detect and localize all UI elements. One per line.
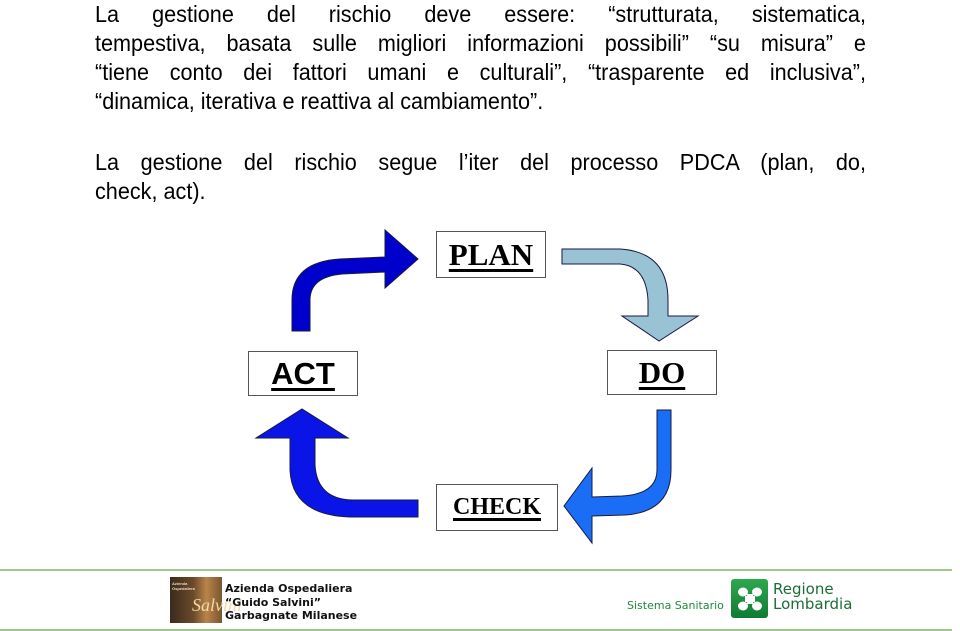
sistema-sanitario-label: Sistema Sanitario (627, 599, 724, 612)
stage-plan-label: PLAN (448, 236, 534, 272)
hospital-name-line-1: Azienda Ospedaliera (225, 582, 353, 595)
lombardia-rose-icon (731, 579, 768, 618)
arrow-check-to-act (254, 408, 419, 518)
pdca-arrows (254, 228, 700, 545)
stage-check: CHECK (436, 484, 558, 531)
regione-line-2: Lombardia (773, 595, 853, 613)
stage-act: ACT (248, 351, 358, 396)
arrow-plan-to-do (561, 248, 700, 342)
ao-logo-tiny-text: Azienda Ospedaliera (172, 581, 195, 591)
arrow-do-to-check (563, 409, 672, 545)
stage-check-label: CHECK (452, 494, 541, 520)
regione-lombardia: Regione Lombardia (773, 582, 852, 612)
hospital-name: Azienda Ospedaliera “Guido Salvini” Garb… (225, 582, 357, 623)
stage-do-label: DO (638, 354, 686, 390)
violin-icon: Azienda Ospedaliera Salvini (170, 577, 242, 623)
footer-divider-top (0, 569, 952, 571)
rose-glyph (737, 587, 762, 610)
stage-do: DO (607, 350, 717, 395)
stage-act-label: ACT (271, 355, 335, 391)
arrow-act-to-plan (291, 228, 419, 332)
stage-plan: PLAN (436, 231, 546, 278)
hospital-name-line-3: Garbagnate Milanese (225, 609, 358, 622)
hospital-name-line-2: “Guido Salvini” (225, 595, 322, 609)
